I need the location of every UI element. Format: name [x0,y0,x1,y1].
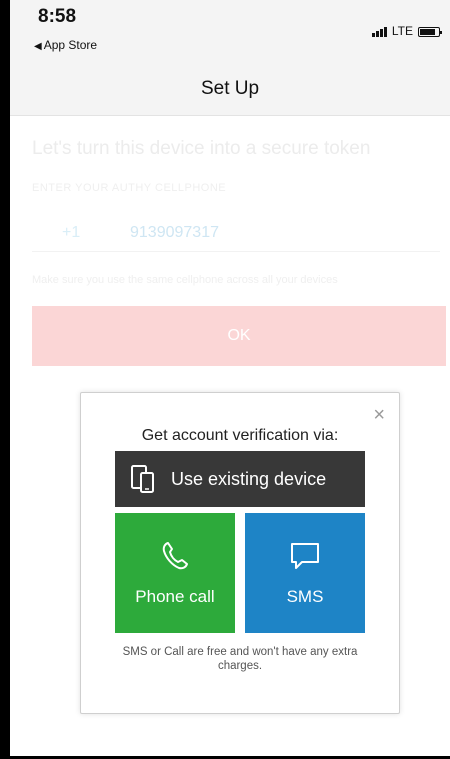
back-to-app-store-label: App Store [43,38,98,52]
chat-bubble-icon [288,540,322,577]
charges-note: SMS or Call are free and won't have any … [122,646,358,672]
devices-icon [115,464,171,494]
device-frame-left [0,0,10,759]
setup-headline: Let's turn this device into a secure tok… [32,138,371,159]
cellphone-hint: Make sure you use the same cellphone acr… [32,274,338,286]
navigation-bar: Set Up [10,62,450,116]
dialog-title: Get account verification via: [141,427,339,444]
back-to-app-store[interactable]: ◀ App Store [34,38,97,52]
phone-call-button[interactable]: Phone call [115,513,235,633]
ok-button[interactable]: OK [32,306,446,366]
close-icon[interactable]: × [373,405,385,425]
sms-button[interactable]: SMS [245,513,365,633]
page-title: Set Up [200,78,260,99]
phone-call-label: Phone call [135,586,215,606]
status-bar: 8:58 ◀ App Store LTE [10,0,450,62]
verification-dialog: × Get account verification via: Use exis… [80,392,400,714]
phone-icon [160,540,190,577]
network-type: LTE [391,24,413,38]
sms-label: SMS [286,586,324,606]
status-time: 8:58 [38,6,77,27]
back-triangle-icon: ◀ [34,41,42,52]
use-existing-device-button[interactable]: Use existing device [115,451,365,507]
system-icons: LTE [371,24,442,38]
cellphone-label: ENTER YOUR AUTHY CELLPHONE [32,182,227,194]
country-code-field[interactable]: +1 [62,224,80,242]
input-underline [32,251,440,252]
signal-icon [371,27,387,37]
use-existing-device-label: Use existing device [171,468,327,489]
phone-number-field[interactable]: 9139097317 [130,224,219,242]
battery-icon [418,27,442,37]
